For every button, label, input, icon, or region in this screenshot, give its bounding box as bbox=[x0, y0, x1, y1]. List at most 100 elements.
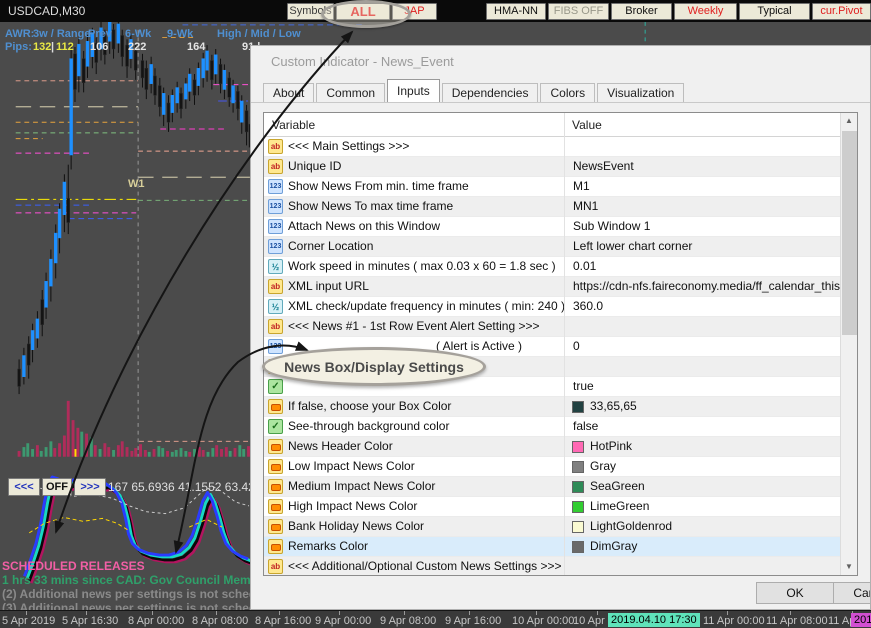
indicator-dialog: Custom Indicator - News_Event About Commo… bbox=[250, 45, 871, 610]
param-value-cell[interactable] bbox=[564, 557, 842, 575]
param-row-medium-impact-news-color[interactable]: Medium Impact News Color SeaGreen bbox=[264, 477, 842, 497]
topbar-button-cur-pivot[interactable]: cur.Pivot bbox=[812, 3, 871, 20]
param-value-cell[interactable]: Gray bbox=[564, 457, 842, 477]
tab-inputs[interactable]: Inputs bbox=[387, 79, 440, 102]
param-row-bank-holiday-news-color[interactable]: Bank Holiday News Color LightGoldenrod bbox=[264, 517, 842, 537]
topbar-button-broker[interactable]: Broker bbox=[611, 3, 672, 20]
ab-type-icon: ab bbox=[268, 279, 283, 294]
param-value-cell[interactable]: Left lower chart corner bbox=[564, 237, 842, 257]
bool-type-icon: ✓ bbox=[268, 419, 283, 434]
axis-label: 8 Apr 16:00 bbox=[255, 615, 312, 627]
param-label: <<< Main Settings >>> bbox=[288, 139, 410, 153]
param-row-xml-check-update-frequency-in-minutes-min-240[interactable]: ½ XML check/update frequency in minutes (… bbox=[264, 297, 842, 317]
topbar-button-hma-nn[interactable]: HMA-NN bbox=[486, 3, 546, 20]
topbar-button-fibs-off[interactable]: FIBS OFF bbox=[548, 3, 609, 20]
param-value: SeaGreen bbox=[590, 479, 645, 493]
param-row-work-speed-in-minutes-max-0-03-x-60-1-8-sec[interactable]: ½ Work speed in minutes ( max 0.03 x 60 =… bbox=[264, 257, 842, 277]
axis-label: 9 Apr 08:00 bbox=[380, 615, 437, 627]
param-value-cell[interactable]: LightGoldenrod bbox=[564, 517, 842, 537]
param-row-additional-optional-custom-news-settings[interactable]: ab <<< Additional/Optional Custom News Se… bbox=[264, 557, 842, 575]
awr-label-9-wk: 9-Wk bbox=[167, 28, 194, 40]
table-header: Variable Value bbox=[264, 113, 842, 137]
param-value-cell[interactable]: Sub Window 1 bbox=[564, 217, 842, 237]
tab-colors[interactable]: Colors bbox=[540, 83, 596, 102]
param-row-main-settings[interactable]: ab <<< Main Settings >>> bbox=[264, 137, 842, 157]
param-row-attach-news-on-this-window[interactable]: 123 Attach News on this Window Sub Window … bbox=[264, 217, 842, 237]
param-row-item[interactable]: ✓ true bbox=[264, 377, 842, 397]
nav-button-[interactable]: >>> bbox=[74, 478, 106, 496]
param-label: Attach News on this Window bbox=[288, 219, 441, 233]
current-time-highlight: 2019.04.10 17:30 bbox=[608, 613, 700, 627]
param-value-cell[interactable]: false bbox=[564, 417, 842, 437]
param-row-news-header-color[interactable]: News Header Color HotPink bbox=[264, 437, 842, 457]
param-value: 0.01 bbox=[573, 259, 597, 273]
param-value-cell[interactable] bbox=[564, 317, 842, 337]
tab-common[interactable]: Common bbox=[316, 83, 386, 102]
param-row-unique-id[interactable]: ab Unique ID NewsEvent bbox=[264, 157, 842, 177]
ok-button[interactable]: OK bbox=[756, 582, 834, 604]
param-label: Bank Holiday News Color bbox=[288, 519, 425, 533]
param-value-cell[interactable]: NewsEvent bbox=[564, 157, 842, 177]
param-row-low-impact-news-color[interactable]: Low Impact News Color Gray bbox=[264, 457, 842, 477]
param-row-remarks-color[interactable]: Remarks Color DimGray bbox=[264, 537, 842, 557]
scroll-down-button[interactable]: ▼ bbox=[841, 559, 857, 575]
awr-info-row: AWR: 3w / Range Prev 6-Wk 9-Wk High / Mid / L… bbox=[0, 28, 440, 41]
param-row-show-news-to-max-time-frame[interactable]: 123 Show News To max time frame MN1 bbox=[264, 197, 842, 217]
scrollbar-thumb[interactable] bbox=[842, 131, 857, 335]
cancel-button[interactable]: Cancel bbox=[833, 582, 870, 604]
table-scrollbar[interactable]: ▲ ▼ bbox=[840, 113, 857, 575]
param-value-cell[interactable]: true bbox=[564, 377, 842, 397]
param-value-cell[interactable]: MN1 bbox=[564, 197, 842, 217]
nav-button-[interactable]: <<< bbox=[8, 478, 40, 496]
param-value: Gray bbox=[590, 459, 617, 473]
scroll-up-button[interactable]: ▲ bbox=[841, 113, 857, 129]
tab-visualization[interactable]: Visualization bbox=[597, 83, 685, 102]
param-value-cell[interactable]: LimeGreen bbox=[564, 497, 842, 517]
axis-tick bbox=[26, 611, 27, 615]
nav-button-off[interactable]: OFF bbox=[42, 478, 72, 496]
param-value-cell[interactable] bbox=[564, 357, 842, 377]
topbar-button-jap[interactable]: JAP bbox=[392, 3, 437, 20]
axis-tick bbox=[536, 611, 537, 615]
color-swatch bbox=[572, 401, 584, 413]
axis-tick bbox=[404, 611, 405, 615]
ab-type-icon: ab bbox=[268, 559, 283, 574]
param-row-see-through-background-color[interactable]: ✓ See-through background color false bbox=[264, 417, 842, 437]
axis-tick bbox=[86, 611, 87, 615]
param-row-if-false-choose-your-box-color[interactable]: If false, choose your Box Color 33,65,65 bbox=[264, 397, 842, 417]
param-value-cell[interactable]: 0 bbox=[564, 337, 842, 357]
param-row-alert-is-active[interactable]: 123 ( Alert is Active ) 0 bbox=[264, 337, 842, 357]
tab-dependencies[interactable]: Dependencies bbox=[441, 83, 539, 102]
time-axis[interactable]: 5 Apr 2019 5 Apr 16:30 8 Apr 00:00 8 Apr 08… bbox=[0, 610, 871, 628]
param-value-cell[interactable]: DimGray bbox=[564, 537, 842, 557]
param-label: XML input URL bbox=[288, 279, 369, 293]
color-swatch bbox=[572, 441, 584, 453]
topbar-button-all[interactable]: ALL bbox=[336, 3, 390, 20]
tab-about[interactable]: About bbox=[263, 83, 315, 102]
param-value-cell[interactable]: HotPink bbox=[564, 437, 842, 457]
param-label: News Header Color bbox=[288, 439, 393, 453]
param-row-xml-input-url[interactable]: ab XML input URL https://cdn-nfs.fairecono… bbox=[264, 277, 842, 297]
param-value: Left lower chart corner bbox=[573, 239, 693, 253]
param-row-show-news-from-min-time-frame[interactable]: 123 Show News From min. time frame M1 bbox=[264, 177, 842, 197]
param-row-corner-location[interactable]: 123 Corner Location Left lower chart corne… bbox=[264, 237, 842, 257]
param-value-cell[interactable] bbox=[564, 137, 842, 157]
param-row-news-1-1st-row-event-alert-setting[interactable]: ab <<< News #1 - 1st Row Event Alert Sett… bbox=[264, 317, 842, 337]
num-type-icon: 123 bbox=[268, 179, 283, 194]
topbar-button-weekly[interactable]: Weekly bbox=[674, 3, 737, 20]
param-row-high-impact-news-color[interactable]: High Impact News Color LimeGreen bbox=[264, 497, 842, 517]
param-value-cell[interactable]: 360.0 bbox=[564, 297, 842, 317]
param-value-cell[interactable]: SeaGreen bbox=[564, 477, 842, 497]
param-value-cell[interactable]: https://cdn-nfs.faireconomy.media/ff_cal… bbox=[564, 277, 842, 297]
param-label: High Impact News Color bbox=[288, 499, 418, 513]
axis-label: 8 Apr 00:00 bbox=[128, 615, 185, 627]
param-value-cell[interactable]: 33,65,65 bbox=[564, 397, 842, 417]
param-value-cell[interactable]: 0.01 bbox=[564, 257, 842, 277]
param-label: Work speed in minutes ( max 0.03 x 60 = … bbox=[288, 259, 556, 273]
axis-tick bbox=[727, 611, 728, 615]
topbar-button-symbols[interactable]: Symbols bbox=[287, 3, 334, 20]
param-value-cell[interactable]: M1 bbox=[564, 177, 842, 197]
topbar-button-typical[interactable]: Typical bbox=[739, 3, 810, 20]
axis-label: 8 Apr 08:00 bbox=[192, 615, 249, 627]
param-row-item[interactable]: ab bbox=[264, 357, 842, 377]
